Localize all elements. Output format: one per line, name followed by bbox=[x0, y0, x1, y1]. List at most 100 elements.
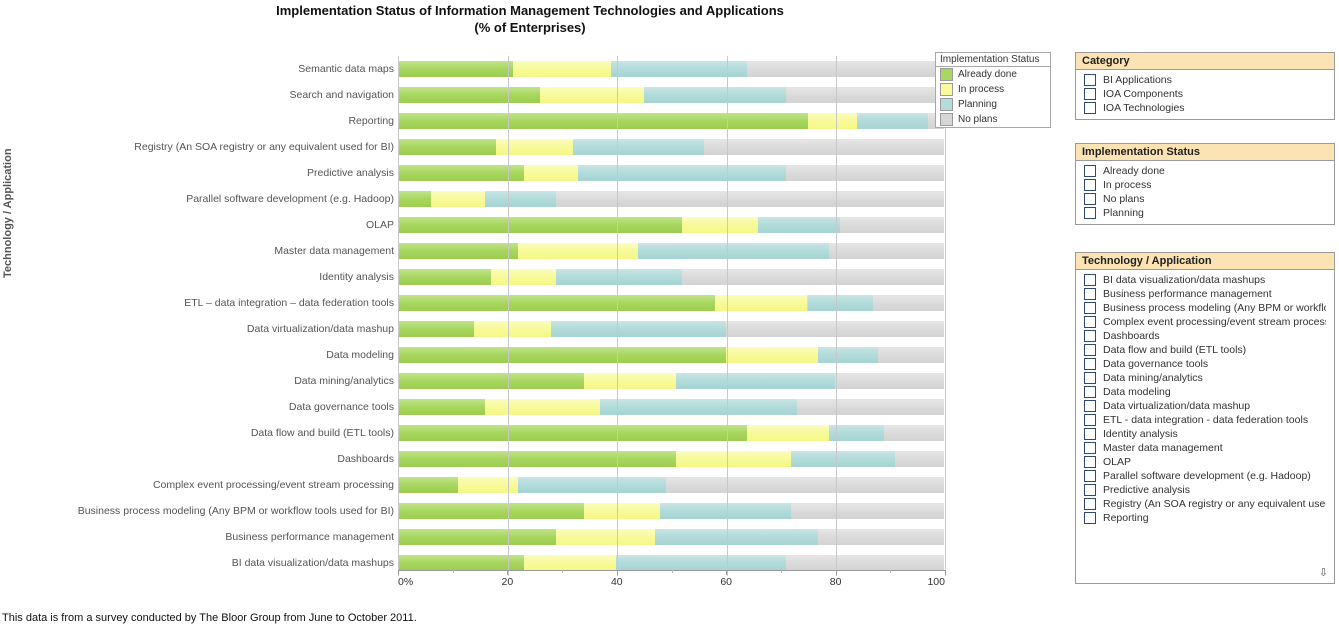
stacked-bar[interactable] bbox=[398, 113, 944, 129]
filter-option-technology[interactable]: Master data management bbox=[1076, 441, 1334, 455]
filter-option-technology[interactable]: BI data visualization/data mashups bbox=[1076, 273, 1334, 287]
filter-option-technology[interactable]: Complex event processing/event stream pr… bbox=[1076, 315, 1334, 329]
bar-segment-already-done[interactable] bbox=[398, 295, 715, 311]
checkbox-icon[interactable] bbox=[1084, 330, 1096, 342]
bar-segment-already-done[interactable] bbox=[398, 217, 682, 233]
bar-segment-planning[interactable] bbox=[485, 191, 557, 207]
filter-option-technology[interactable]: Parallel software development (e.g. Hado… bbox=[1076, 469, 1334, 483]
stacked-bar[interactable] bbox=[398, 217, 944, 233]
bar-segment-already-done[interactable] bbox=[398, 477, 459, 493]
bar-segment-in-process[interactable] bbox=[490, 269, 557, 285]
bar-segment-already-done[interactable] bbox=[398, 139, 497, 155]
bar-segment-planning[interactable] bbox=[654, 529, 819, 545]
bar-segment-planning[interactable] bbox=[600, 399, 797, 415]
filter-option-technology[interactable]: Identity analysis bbox=[1076, 427, 1334, 441]
bar-segment-already-done[interactable] bbox=[398, 451, 677, 467]
filter-option-category[interactable]: IOA Technologies bbox=[1076, 101, 1334, 115]
bar-segment-planning[interactable] bbox=[638, 243, 830, 259]
bar-segment-in-process[interactable] bbox=[496, 139, 573, 155]
stacked-bar[interactable] bbox=[398, 191, 944, 207]
bar-segment-planning[interactable] bbox=[660, 503, 792, 519]
bar-segment-planning[interactable] bbox=[758, 217, 841, 233]
stacked-bar[interactable] bbox=[398, 529, 944, 545]
stacked-bar[interactable] bbox=[398, 477, 944, 493]
bar-segment-already-done[interactable] bbox=[398, 87, 540, 103]
bar-segment-in-process[interactable] bbox=[714, 295, 808, 311]
stacked-bar[interactable] bbox=[398, 451, 944, 467]
legend-item[interactable]: No plans bbox=[936, 112, 1050, 127]
bar-segment-planning[interactable] bbox=[518, 477, 666, 493]
checkbox-icon[interactable] bbox=[1084, 274, 1096, 286]
bar-segment-in-process[interactable] bbox=[458, 477, 519, 493]
filter-option-technology[interactable]: Data mining/analytics bbox=[1076, 371, 1334, 385]
bar-segment-already-done[interactable] bbox=[398, 555, 524, 571]
filter-option-technology[interactable]: Business performance management bbox=[1076, 287, 1334, 301]
scroll-down-icon[interactable]: ⇩ bbox=[1319, 568, 1328, 579]
checkbox-icon[interactable] bbox=[1084, 428, 1096, 440]
bar-segment-already-done[interactable] bbox=[398, 321, 475, 337]
bar-segment-planning[interactable] bbox=[643, 87, 786, 103]
checkbox-icon[interactable] bbox=[1084, 456, 1096, 468]
filter-option-technology[interactable]: Predictive analysis bbox=[1076, 483, 1334, 497]
bar-segment-in-process[interactable] bbox=[556, 529, 655, 545]
legend-item[interactable]: In process bbox=[936, 82, 1050, 97]
checkbox-icon[interactable] bbox=[1084, 414, 1096, 426]
checkbox-icon[interactable] bbox=[1084, 102, 1096, 114]
bar-segment-in-process[interactable] bbox=[485, 399, 601, 415]
bar-segment-in-process[interactable] bbox=[676, 451, 792, 467]
bar-segment-in-process[interactable] bbox=[681, 217, 759, 233]
bar-segment-already-done[interactable] bbox=[398, 191, 431, 207]
stacked-bar[interactable] bbox=[398, 555, 944, 571]
checkbox-icon[interactable] bbox=[1084, 344, 1096, 356]
bar-segment-in-process[interactable] bbox=[523, 165, 579, 181]
filter-option-technology[interactable]: Data modeling bbox=[1076, 385, 1334, 399]
bar-segment-in-process[interactable] bbox=[807, 113, 857, 129]
legend-item[interactable]: Already done bbox=[936, 67, 1050, 82]
bar-segment-in-process[interactable] bbox=[539, 87, 644, 103]
bar-segment-planning[interactable] bbox=[610, 61, 748, 77]
checkbox-icon[interactable] bbox=[1084, 316, 1096, 328]
bar-segment-already-done[interactable] bbox=[398, 373, 584, 389]
bar-segment-planning[interactable] bbox=[616, 555, 786, 571]
bar-segment-in-process[interactable] bbox=[583, 503, 661, 519]
stacked-bar[interactable] bbox=[398, 269, 944, 285]
bar-segment-already-done[interactable] bbox=[398, 425, 748, 441]
stacked-bar[interactable] bbox=[398, 61, 944, 77]
filter-option-category[interactable]: IOA Components bbox=[1076, 87, 1334, 101]
checkbox-icon[interactable] bbox=[1084, 302, 1096, 314]
checkbox-icon[interactable] bbox=[1084, 372, 1096, 384]
checkbox-icon[interactable] bbox=[1084, 400, 1096, 412]
bar-segment-planning[interactable] bbox=[550, 321, 726, 337]
bar-segment-planning[interactable] bbox=[556, 269, 682, 285]
bar-segment-in-process[interactable] bbox=[747, 425, 830, 441]
stacked-bar[interactable] bbox=[398, 243, 944, 259]
checkbox-icon[interactable] bbox=[1084, 165, 1096, 177]
checkbox-icon[interactable] bbox=[1084, 179, 1096, 191]
checkbox-icon[interactable] bbox=[1084, 498, 1096, 510]
bar-segment-in-process[interactable] bbox=[430, 191, 486, 207]
bar-segment-planning[interactable] bbox=[829, 425, 884, 441]
legend-item[interactable]: Planning bbox=[936, 97, 1050, 112]
checkbox-icon[interactable] bbox=[1084, 470, 1096, 482]
filter-option-technology[interactable]: Registry (An SOA registry or any equival… bbox=[1076, 497, 1334, 511]
bar-segment-planning[interactable] bbox=[676, 373, 835, 389]
checkbox-icon[interactable] bbox=[1084, 88, 1096, 100]
bar-segment-in-process[interactable] bbox=[518, 243, 639, 259]
stacked-bar[interactable] bbox=[398, 503, 944, 519]
stacked-bar[interactable] bbox=[398, 347, 944, 363]
bar-segment-planning[interactable] bbox=[807, 295, 874, 311]
filter-option-technology[interactable]: Data virtualization/data mashup bbox=[1076, 399, 1334, 413]
bar-segment-already-done[interactable] bbox=[398, 399, 486, 415]
stacked-bar[interactable] bbox=[398, 295, 944, 311]
bar-segment-already-done[interactable] bbox=[398, 529, 557, 545]
stacked-bar[interactable] bbox=[398, 87, 944, 103]
bar-segment-already-done[interactable] bbox=[398, 347, 726, 363]
bar-segment-already-done[interactable] bbox=[398, 243, 519, 259]
checkbox-icon[interactable] bbox=[1084, 193, 1096, 205]
filter-option-technology[interactable]: Data flow and build (ETL tools) bbox=[1076, 343, 1334, 357]
bar-segment-in-process[interactable] bbox=[512, 61, 611, 77]
bar-segment-in-process[interactable] bbox=[523, 555, 617, 571]
bar-segment-planning[interactable] bbox=[791, 451, 895, 467]
stacked-bar[interactable] bbox=[398, 399, 944, 415]
stacked-bar[interactable] bbox=[398, 139, 944, 155]
